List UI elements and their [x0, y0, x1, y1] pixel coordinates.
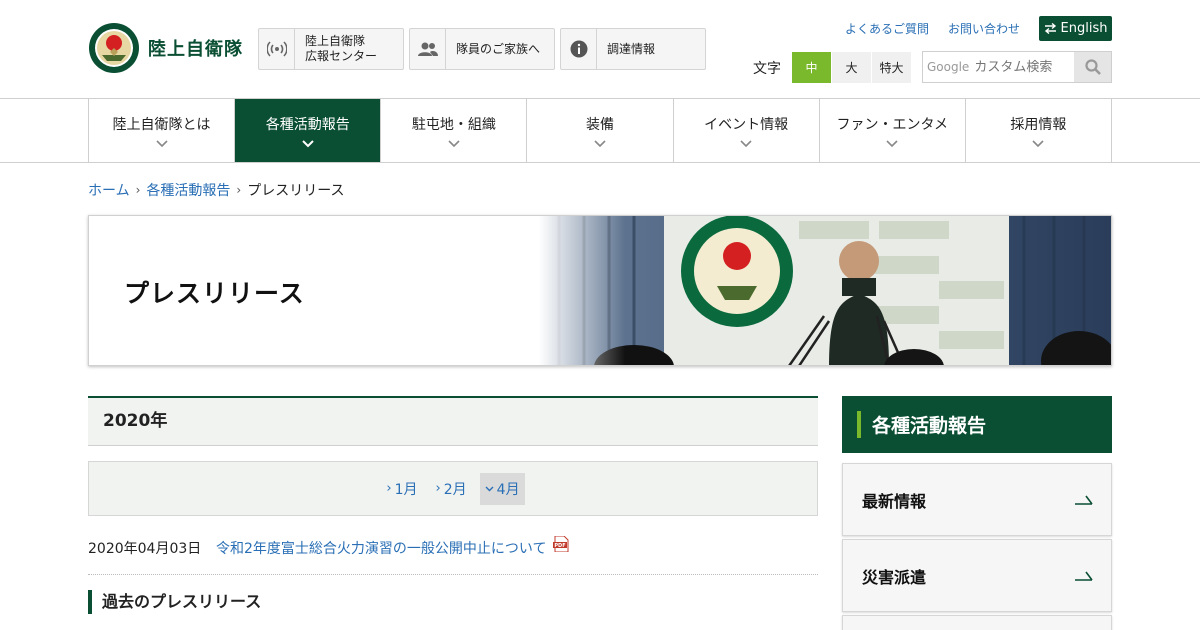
nav-item-activities[interactable]: 各種活動報告 — [235, 99, 382, 162]
chevron-down-icon — [594, 139, 606, 147]
pdf-file-icon: PDF — [552, 536, 568, 552]
month-tab-1[interactable]: › 1月 — [381, 473, 422, 505]
nav-label: 採用情報 — [1010, 116, 1067, 133]
swap-arrows-icon — [1044, 23, 1056, 34]
font-size-medium[interactable]: 中 — [792, 52, 831, 83]
people-icon — [410, 29, 446, 69]
site-search: Google — [922, 51, 1112, 83]
press-conference-photo — [539, 216, 1111, 365]
news-item: 2020年04月03日 令和2年度富士総合火力演習の一般公開中止について PDF — [88, 536, 818, 575]
month-label: 1月 — [394, 481, 418, 498]
news-date: 2020年04月03日 — [88, 541, 202, 557]
svg-text:PDF: PDF — [554, 543, 565, 549]
faq-link[interactable]: よくあるご質問 — [845, 20, 929, 37]
font-size-switcher: 文字 中 大 特大 — [753, 52, 912, 83]
site-header: 陸上自衛隊 陸上自衛隊 広報センター 隊員のご家族へ 調達情報 よくあるご質問 … — [0, 0, 1200, 98]
breadcrumb-home[interactable]: ホーム — [88, 180, 130, 200]
page-hero: プレスリリース — [88, 215, 1112, 366]
info-icon — [561, 29, 597, 69]
chevron-right-icon: › — [236, 183, 242, 197]
sidebar-item-latest[interactable]: 最新情報 — [842, 463, 1112, 536]
english-button[interactable]: English — [1039, 16, 1112, 41]
nav-item-garrisons[interactable]: 駐屯地・組織 — [381, 99, 528, 162]
chevron-down-icon — [485, 486, 494, 491]
chevron-down-icon — [155, 139, 168, 147]
chevron-down-icon — [448, 139, 460, 147]
font-size-xlarge[interactable]: 特大 — [872, 52, 911, 83]
english-label: English — [1060, 21, 1108, 36]
nav-label: ファン・エンタメ — [836, 116, 949, 133]
year-heading: 2020年 — [88, 396, 818, 446]
contact-link[interactable]: お問い合わせ — [948, 20, 1020, 37]
utility-links: よくあるご質問 お問い合わせ — [845, 20, 1020, 37]
month-tabs: › 1月 › 2月 4月 — [88, 461, 818, 516]
nav-label: 駐屯地・組織 — [411, 116, 496, 133]
search-button[interactable] — [1074, 52, 1111, 82]
procurement-button[interactable]: 調達情報 — [560, 28, 706, 70]
pr-center-button[interactable]: 陸上自衛隊 広報センター — [258, 28, 404, 70]
family-label: 隊員のご家族へ — [456, 41, 541, 56]
search-brand: Google — [927, 60, 970, 74]
nav-label: 各種活動報告 — [265, 116, 350, 133]
sidebar-item-next[interactable] — [842, 615, 1112, 630]
chevron-right-icon: › — [386, 481, 392, 496]
family-button[interactable]: 隊員のご家族へ — [409, 28, 555, 70]
nav-item-recruit[interactable]: 採用情報 — [966, 99, 1112, 162]
nav-item-about[interactable]: 陸上自衛隊とは — [89, 99, 236, 162]
arrow-right-icon — [1075, 495, 1093, 505]
chevron-right-icon: › — [135, 183, 141, 197]
font-size-large[interactable]: 大 — [832, 52, 871, 83]
breadcrumb: ホーム › 各種活動報告 › プレスリリース — [88, 180, 345, 200]
sidebar-item-label: 災害派遣 — [862, 567, 927, 587]
month-tab-4[interactable]: 4月 — [479, 472, 525, 505]
chevron-down-icon — [740, 139, 752, 147]
pr-center-label: 陸上自衛隊 広報センター — [305, 34, 378, 63]
past-releases-heading: 過去のプレスリリース — [88, 590, 261, 614]
jgsdf-emblem-icon — [89, 23, 139, 73]
month-tab-2[interactable]: › 2月 — [431, 473, 472, 505]
breadcrumb-current: プレスリリース — [247, 183, 345, 199]
global-nav: 陸上自衛隊とは 各種活動報告 駐屯地・組織 装備 イベント情報 ファン・エンタメ… — [0, 98, 1200, 163]
month-label: 2月 — [443, 481, 467, 498]
logo-text: 陸上自衛隊 — [148, 39, 243, 60]
sidebar-heading: 各種活動報告 — [842, 396, 1112, 453]
chevron-right-icon: › — [435, 481, 441, 496]
search-icon — [1085, 59, 1101, 75]
breadcrumb-activities[interactable]: 各種活動報告 — [146, 180, 230, 200]
nav-item-equipment[interactable]: 装備 — [527, 99, 674, 162]
month-label: 4月 — [496, 481, 520, 498]
site-logo[interactable]: 陸上自衛隊 — [88, 22, 243, 74]
nav-item-fan[interactable]: ファン・エンタメ — [820, 99, 966, 162]
nav-label: イベント情報 — [704, 116, 789, 133]
procurement-label: 調達情報 — [607, 41, 656, 56]
chevron-down-icon — [301, 139, 314, 147]
chevron-down-icon — [1032, 139, 1044, 147]
nav-label: 陸上自衛隊とは — [112, 116, 211, 133]
news-title-link[interactable]: 令和2年度富士総合火力演習の一般公開中止について — [216, 538, 547, 558]
nav-label: 装備 — [585, 116, 614, 133]
arrow-right-icon — [1075, 571, 1093, 581]
page-title: プレスリリース — [124, 279, 305, 308]
search-input[interactable] — [969, 52, 1075, 82]
sidebar-item-disaster[interactable]: 災害派遣 — [842, 539, 1112, 612]
nav-item-events[interactable]: イベント情報 — [674, 99, 820, 162]
font-size-label: 文字 — [753, 60, 781, 77]
chevron-down-icon — [886, 139, 898, 147]
broadcast-icon — [259, 29, 295, 69]
sidebar-item-label: 最新情報 — [862, 491, 927, 511]
